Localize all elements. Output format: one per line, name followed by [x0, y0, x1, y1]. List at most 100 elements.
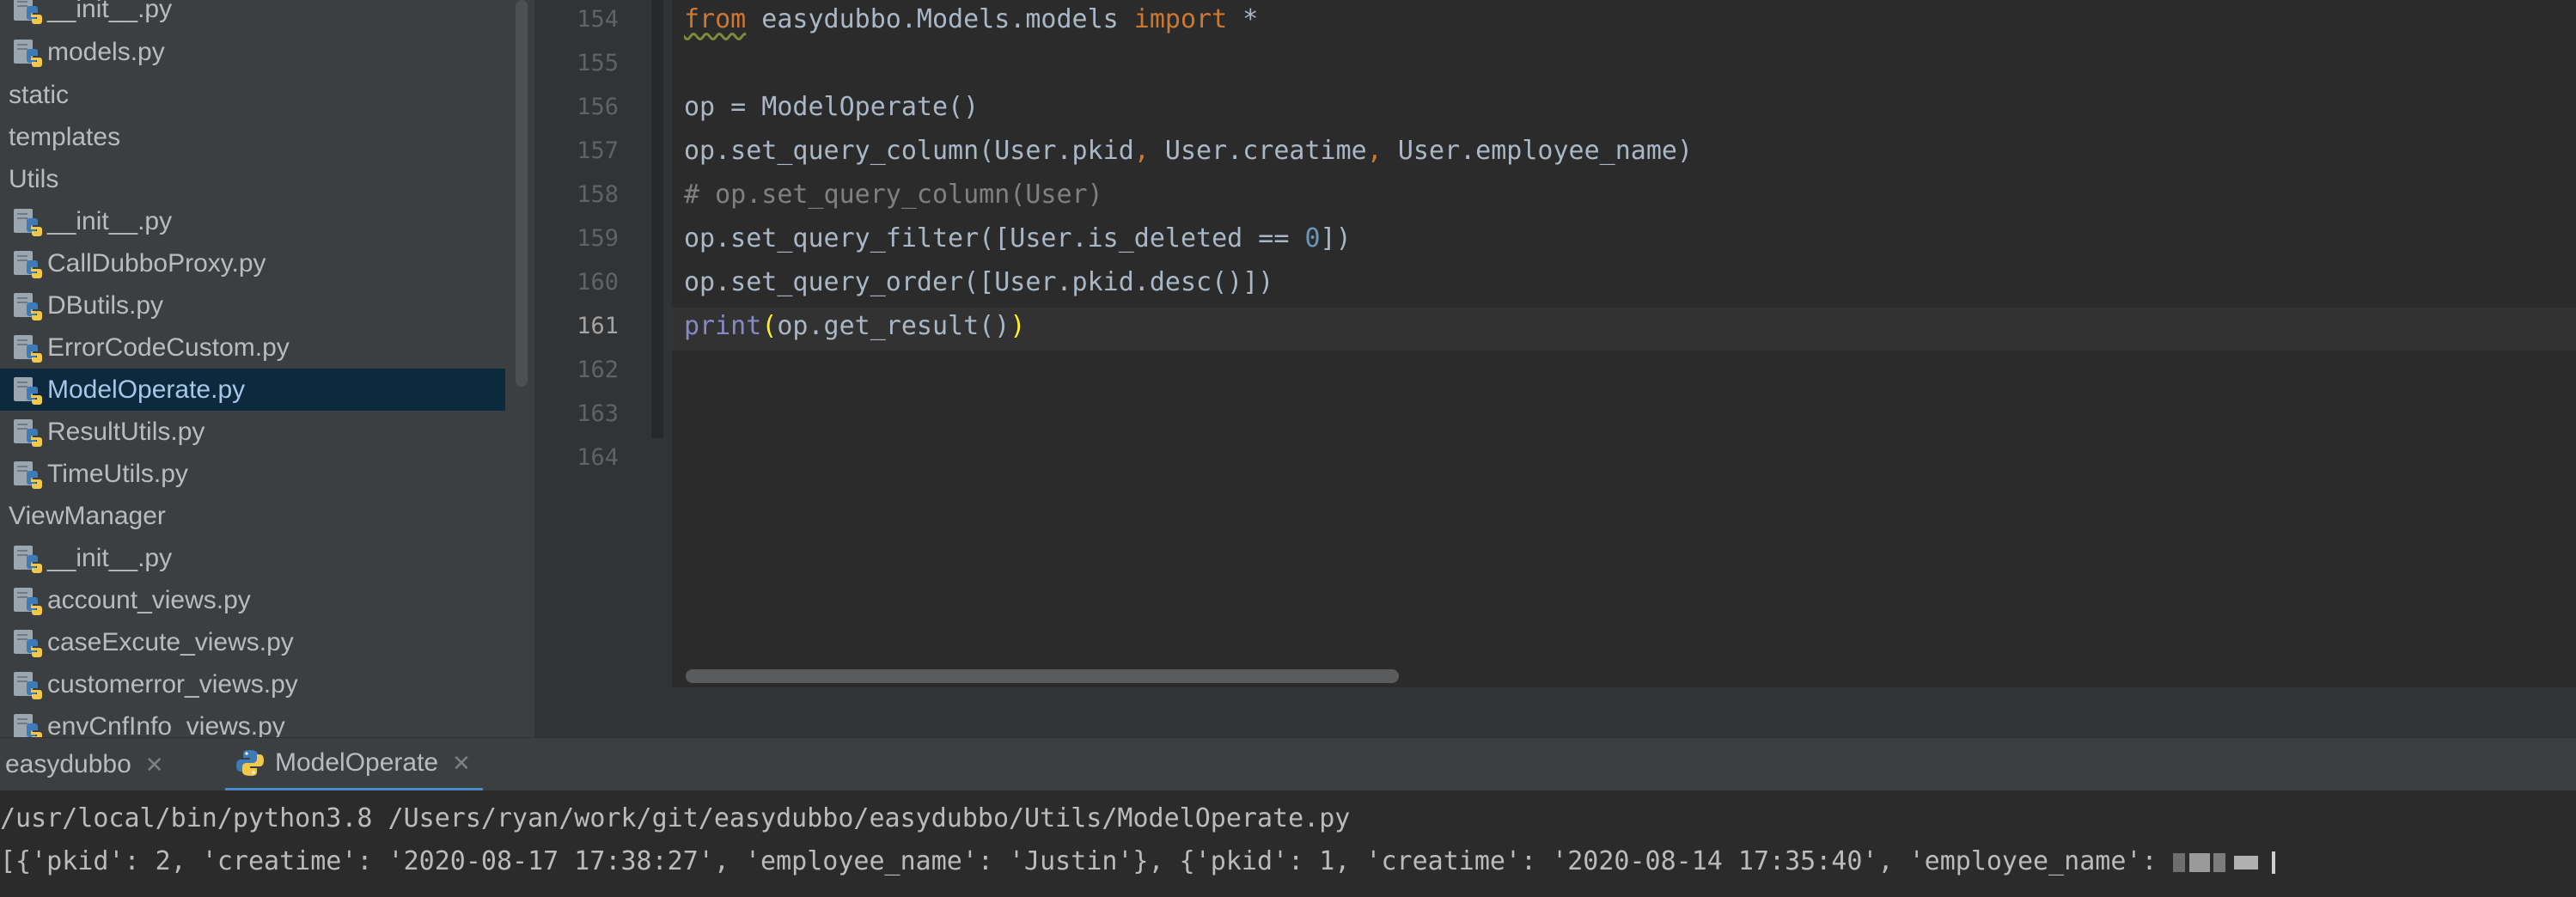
run-tab-bar: easydubbo ✕ ModelOperate ✕: [0, 737, 2576, 791]
run-tab-easydubbo[interactable]: easydubbo ✕: [5, 738, 173, 791]
run-tab-label: ModelOperate: [275, 748, 439, 777]
import-star: *: [1227, 4, 1259, 34]
tree-item-label: models.py: [47, 37, 165, 66]
code-segment: ]): [1320, 223, 1352, 253]
tree-folder-utils[interactable]: Utils: [0, 158, 505, 200]
line-number: 155: [577, 50, 619, 76]
tree-item-init-py[interactable]: __init__.py: [0, 0, 505, 30]
console-command-line: /usr/local/bin/python3.8 /Users/ryan/wor…: [0, 803, 1351, 833]
module-path: easydubbo.Models.models: [746, 4, 1134, 34]
python-file-icon: [12, 417, 43, 448]
line-number: 162: [577, 357, 619, 383]
run-tab-modeloperate[interactable]: ModelOperate ✕: [225, 738, 483, 791]
console-output-text: [{'pkid': 2, 'creatime': '2020-08-17 17:…: [0, 846, 2173, 876]
python-file-icon: [12, 206, 43, 237]
tree-item-label: ModelOperate.py: [47, 375, 246, 404]
tree-item-label: __init__.py: [47, 206, 173, 235]
tree-item-label: static: [9, 80, 70, 109]
tree-item-customerror-views-py[interactable]: customerror_views.py: [0, 663, 505, 705]
line-number: 158: [577, 181, 619, 208]
tree-item-caseexcute-views-py[interactable]: caseExcute_views.py: [0, 621, 505, 663]
python-file-icon: [12, 585, 43, 616]
code-line-158-comment: # op.set_query_column(User): [684, 180, 1103, 210]
code-line-159: op.set_query_filter([User.is_deleted == …: [684, 217, 1352, 260]
line-number: 154: [577, 6, 619, 33]
tree-item-account-views-py[interactable]: account_views.py: [0, 579, 505, 621]
code-line-156: op = ModelOperate(): [684, 92, 980, 122]
tree-item-label: __init__.py: [47, 0, 173, 23]
scrollbar-thumb[interactable]: [686, 669, 1399, 683]
line-number-gutter: 154 155 156 157 158 159 160 161 162 163 …: [534, 0, 672, 687]
tree-item-models-py[interactable]: models.py: [0, 31, 505, 73]
code-editor[interactable]: 154 155 156 157 158 159 160 161 162 163 …: [534, 0, 2576, 737]
tree-item-label: Utils: [9, 164, 59, 193]
python-file-icon: [12, 669, 43, 700]
python-file-icon: [12, 375, 43, 406]
matched-paren: ): [1010, 311, 1026, 341]
line-number: 159: [577, 225, 619, 252]
tree-scrollbar[interactable]: [516, 0, 528, 387]
comma: ,: [1133, 136, 1150, 166]
builtin-print: print: [684, 311, 762, 341]
matched-paren: (: [761, 311, 778, 341]
project-tree: __init__.py models.py static templates U…: [0, 0, 534, 737]
editor-bottom-area: [534, 687, 2576, 737]
keyword-import: import: [1133, 4, 1228, 34]
tree-item-label: envCnfInfo_views.py: [47, 711, 285, 738]
tree-item-label: __init__.py: [47, 543, 173, 572]
tree-folder-templates[interactable]: templates: [0, 116, 505, 158]
python-file-icon: [12, 543, 43, 574]
tree-item-modeloperate-py[interactable]: ModelOperate.py: [0, 369, 505, 411]
current-line-number: 161: [577, 313, 619, 339]
tree-folder-viewmanager[interactable]: ViewManager: [0, 495, 505, 537]
python-logo-icon: [236, 750, 264, 776]
code-line-154: from easydubbo.Models.models import *: [684, 0, 1258, 41]
python-file-icon: [12, 333, 43, 363]
tree-item-label: templates: [9, 122, 121, 151]
code-segment: User.creatime: [1149, 136, 1367, 166]
code-segment: op.set_query_column(User.pkid: [684, 136, 1134, 166]
python-file-icon: [12, 711, 43, 738]
line-number: 160: [577, 269, 619, 296]
code-line-161: print(op.get_result()): [684, 304, 1025, 348]
tree-item-dbutils-py[interactable]: DButils.py: [0, 284, 505, 326]
tree-item-label: DButils.py: [47, 290, 164, 320]
line-number: 156: [577, 94, 619, 120]
tree-item-label: account_views.py: [47, 585, 251, 614]
close-icon[interactable]: ✕: [145, 752, 164, 778]
tree-item-label: CallDubboProxy.py: [47, 248, 266, 278]
tree-folder-static[interactable]: static: [0, 74, 505, 116]
line-number: 164: [577, 444, 619, 471]
fold-gutter[interactable]: [651, 0, 663, 438]
tree-item-label: caseExcute_views.py: [47, 627, 294, 656]
tree-item-resultutils-py[interactable]: ResultUtils.py: [0, 411, 505, 453]
python-file-icon: [12, 0, 43, 25]
tree-item-errorcodecustom-py[interactable]: ErrorCodeCustom.py: [0, 326, 505, 369]
tree-item-calldubboproxy-py[interactable]: CallDubboProxy.py: [0, 242, 505, 284]
tree-item-label: ResultUtils.py: [47, 417, 205, 446]
tree-item-label: customerror_views.py: [47, 669, 298, 699]
number-literal: 0: [1304, 223, 1321, 253]
code-segment: User.employee_name): [1382, 136, 1694, 166]
python-file-icon: [12, 290, 43, 321]
keyword-from: from: [684, 4, 747, 34]
tree-item-init-py[interactable]: __init__.py: [0, 537, 505, 579]
run-tab-label: easydubbo: [5, 750, 131, 778]
redacted-name-icon: [2172, 841, 2275, 884]
tree-item-init-py[interactable]: __init__.py: [0, 200, 505, 242]
close-icon[interactable]: ✕: [452, 750, 471, 777]
python-file-icon: [12, 248, 43, 279]
line-number: 157: [577, 137, 619, 164]
python-file-icon: [12, 459, 43, 490]
code-line-160: op.set_query_order([User.pkid.desc()]): [684, 267, 1274, 297]
tree-item-envcnfinfo-views-py[interactable]: envCnfInfo_views.py: [0, 705, 505, 737]
tree-item-timeutils-py[interactable]: TimeUtils.py: [0, 453, 505, 495]
code-line-157: op.set_query_column(User.pkid, User.crea…: [684, 129, 1693, 173]
console-output-line: [{'pkid': 2, 'creatime': '2020-08-17 17:…: [0, 840, 2275, 883]
run-console[interactable]: /usr/local/bin/python3.8 /Users/ryan/wor…: [0, 790, 2576, 897]
editor-horizontal-scrollbar[interactable]: [681, 667, 2576, 686]
tree-item-label: ViewManager: [9, 501, 166, 530]
code-segment: op.get_result(): [777, 311, 1010, 341]
tree-item-label: ErrorCodeCustom.py: [47, 333, 290, 362]
python-file-icon: [12, 37, 43, 68]
